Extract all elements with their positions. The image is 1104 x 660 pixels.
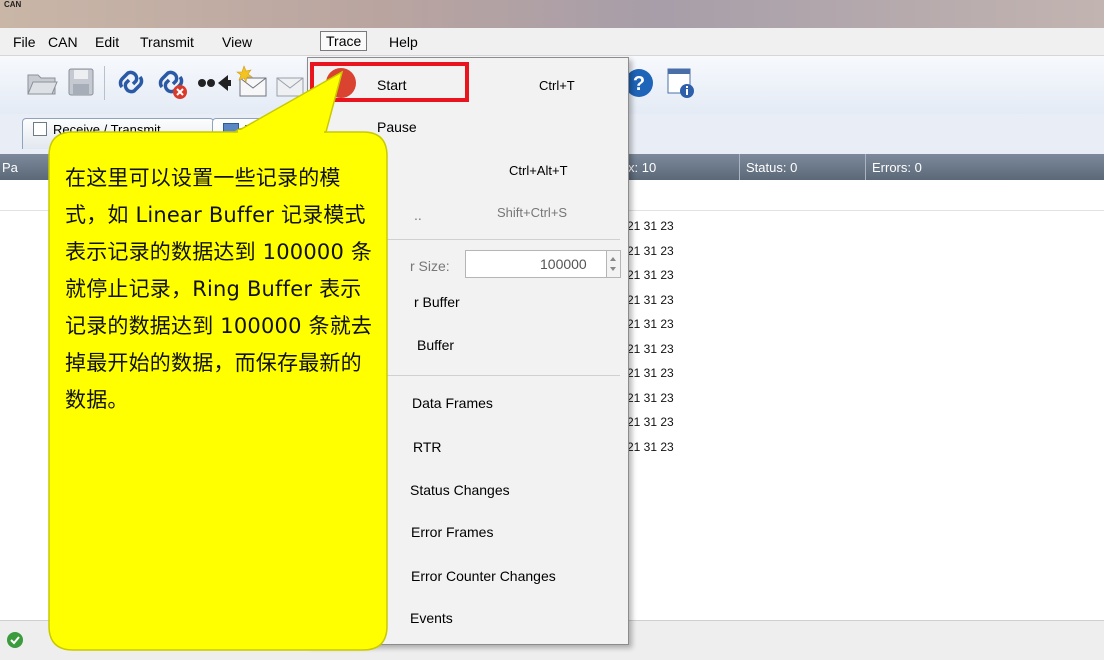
callout-text: 在这里可以设置一些记录的模式，如 Linear Buffer 记录模式表示记录的… bbox=[65, 166, 373, 412]
open-folder-icon[interactable] bbox=[26, 66, 58, 98]
save-shortcut: Shift+Ctrl+S bbox=[497, 205, 568, 220]
status-separator bbox=[865, 154, 866, 180]
menu-can[interactable]: CAN bbox=[48, 34, 78, 50]
trace-row-data: 21 31 23 bbox=[627, 439, 674, 454]
status-count: Status: 0 bbox=[746, 160, 798, 175]
buffer-size-label: r Size: bbox=[410, 258, 450, 274]
menu-file[interactable]: File bbox=[13, 34, 36, 50]
disconnect-icon[interactable] bbox=[154, 65, 190, 101]
trace-row-data: 21 31 23 bbox=[627, 366, 674, 380]
trace-row-data: 21 31 23 bbox=[627, 243, 674, 258]
save-icon[interactable] bbox=[66, 66, 96, 98]
menu-item-error-counter-changes[interactable]: Error Counter Changes bbox=[411, 568, 556, 584]
window-title: CAN bbox=[4, 0, 22, 9]
menu-help[interactable]: Help bbox=[389, 34, 418, 50]
svg-text:?: ? bbox=[633, 73, 645, 95]
info-window-icon[interactable] bbox=[666, 66, 696, 100]
status-partial-label: Pa bbox=[2, 160, 18, 175]
trace-row-data: 21 31 23 bbox=[627, 341, 674, 356]
errors-count: Errors: 0 bbox=[872, 160, 922, 175]
status-separator bbox=[739, 154, 740, 180]
spin-up-icon[interactable] bbox=[610, 257, 616, 261]
check-icon bbox=[7, 632, 23, 648]
toolbar-separator bbox=[104, 66, 105, 100]
menu-item-error-frames[interactable]: Error Frames bbox=[411, 524, 493, 540]
title-bar bbox=[0, 0, 1104, 28]
menu-item-status-changes[interactable]: Status Changes bbox=[410, 482, 510, 498]
menu-item-data-frames[interactable]: Data Frames bbox=[412, 395, 493, 411]
menu-item-rtr[interactable]: RTR bbox=[413, 439, 442, 455]
arrow-left-icon[interactable] bbox=[196, 72, 232, 94]
menu-view[interactable]: View bbox=[222, 34, 252, 50]
trace-row-data: 21 31 23 bbox=[627, 268, 674, 282]
menu-bar: File CAN Edit Transmit View Trace Help bbox=[0, 28, 1104, 56]
menu-item-linear-buffer[interactable]: r Buffer bbox=[414, 294, 460, 310]
menu-item-events[interactable]: Events bbox=[410, 610, 453, 626]
trace-row-data: 21 31 23 bbox=[627, 219, 674, 233]
menu-item-shortcut: Ctrl+Alt+T bbox=[509, 163, 568, 178]
buffer-size-spinner[interactable] bbox=[607, 250, 621, 278]
start-shortcut: Ctrl+T bbox=[539, 78, 575, 93]
trace-row-data: 21 31 23 bbox=[627, 292, 674, 307]
trace-row-data: 21 31 23 bbox=[627, 317, 674, 331]
trace-row-data: 21 31 23 bbox=[627, 415, 674, 429]
connect-icon[interactable] bbox=[114, 65, 148, 99]
status-rx-count: x: 10 bbox=[628, 160, 657, 175]
spin-down-icon[interactable] bbox=[610, 267, 616, 271]
buffer-size-value: 100000 bbox=[540, 256, 587, 272]
menu-edit[interactable]: Edit bbox=[95, 34, 119, 50]
menu-trace[interactable]: Trace bbox=[320, 31, 368, 51]
help-icon[interactable]: ? bbox=[624, 66, 660, 102]
callout-pointer bbox=[233, 70, 344, 134]
menu-transmit[interactable]: Transmit bbox=[140, 34, 194, 50]
trace-row-data: 21 31 23 bbox=[627, 390, 674, 405]
menu-item-save[interactable]: .. bbox=[414, 207, 422, 223]
menu-item-ring-buffer[interactable]: Buffer bbox=[417, 337, 454, 353]
